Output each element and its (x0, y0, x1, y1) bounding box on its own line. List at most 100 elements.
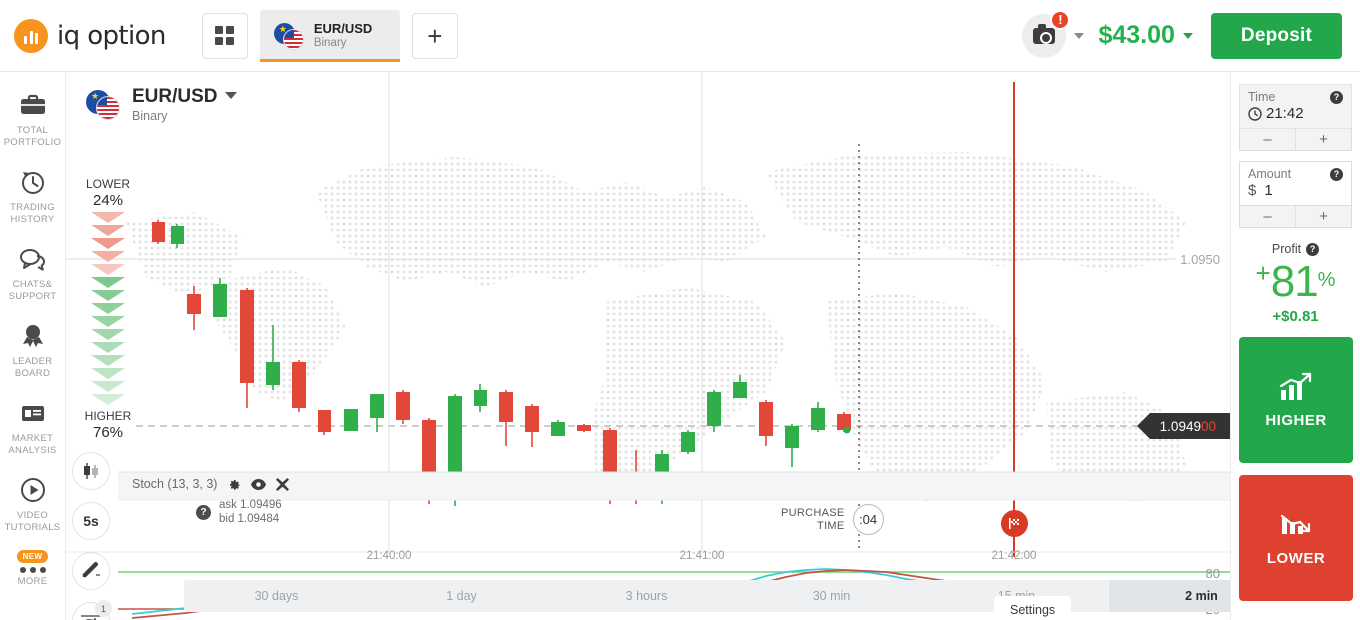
sentiment-gauge: LOWER 24% HIGHER 76% (80, 177, 136, 442)
trend-up-icon (1279, 372, 1312, 400)
trend-down-icon (1280, 514, 1311, 534)
currency-symbol: $ (1248, 182, 1257, 199)
sidebar-item-label: LEADER BOARD (12, 356, 53, 379)
pencil-draw-icon[interactable] (72, 552, 110, 590)
grid-view-icon[interactable] (201, 12, 248, 59)
purchase-time-label-line2: TIME (817, 519, 845, 532)
time-tick: 21:42:00 (991, 550, 1037, 562)
brand-logo[interactable]: iq option (14, 18, 166, 53)
sidebar-item-label: MARKET ANALYSIS (8, 433, 57, 456)
time-increment-button[interactable]: + (1296, 129, 1351, 150)
time-tick: 21:41:00 (679, 550, 725, 562)
app-header: iq option EUR/USD Binary + ! $43.00 (0, 0, 1360, 72)
profit-label: Profit (1271, 242, 1302, 256)
purchase-time-indicator: PURCHASE TIME :04 (781, 504, 884, 535)
time-tick: 21:40:00 (366, 550, 412, 562)
profit-sign: + (1255, 258, 1271, 288)
timeframe-30-min[interactable]: 30 min (739, 580, 924, 612)
clock-history-icon (16, 165, 50, 199)
timeframe-30-days[interactable]: 30 days (184, 580, 369, 612)
sidebar-item-label: MORE (17, 576, 48, 587)
ask-value: ask 1.09496 (219, 499, 282, 511)
profit-label-row: Profit ? (1239, 242, 1352, 256)
timeframe-2-min[interactable]: 2 min (1109, 580, 1230, 612)
eye-icon[interactable] (251, 478, 267, 490)
camera-alert-badge: ! (1050, 9, 1071, 30)
chevron-down-icon[interactable] (224, 92, 237, 99)
help-icon[interactable]: ? (1330, 167, 1343, 181)
indicators-icon[interactable]: 1 (72, 600, 112, 620)
eur-usd-flag-icon (86, 90, 120, 120)
chart-area[interactable]: EUR/USD Binary LOWER 24% (66, 72, 1230, 620)
timeframe-1-day[interactable]: 1 day (369, 580, 554, 612)
sentiment-higher-label: HIGHER (84, 409, 132, 423)
timeframe-bar: 30 days 1 day 3 hours 30 min 15 min 2 mi… (184, 580, 1230, 612)
brand-name: iq option (57, 20, 166, 51)
eur-usd-flag-icon (273, 22, 304, 50)
checkered-flag-icon[interactable] (1001, 510, 1028, 537)
indicators-count-badge: 1 (95, 600, 112, 617)
balance-amount[interactable]: $43.00 (1098, 21, 1174, 50)
trading-app: iq option EUR/USD Binary + ! $43.00 (0, 0, 1360, 620)
sentiment-lower-pct: 24% (92, 192, 124, 209)
amount-increment-button[interactable]: + (1296, 206, 1351, 227)
timeframe-icon[interactable]: 5s (72, 502, 110, 540)
header-right-group: ! $43.00 Deposit (1022, 9, 1360, 59)
award-ribbon-icon (16, 319, 50, 353)
higher-button[interactable]: HIGHER (1239, 337, 1353, 463)
help-icon[interactable]: ? (196, 504, 211, 520)
lower-button[interactable]: LOWER (1239, 475, 1353, 601)
deposit-button[interactable]: Deposit (1210, 12, 1342, 59)
purchase-time-countdown: :04 (852, 504, 884, 535)
sidebar-item-more[interactable]: NEW MORE (0, 550, 66, 588)
profit-percent-value: 81 (1270, 257, 1319, 306)
clock-icon (1248, 106, 1262, 121)
sidebar-item-video-tutorials[interactable]: VIDEO TUTORIALS (0, 473, 66, 534)
time-decrement-button[interactable]: – (1240, 129, 1296, 150)
indicator-name: Stoch (13, 3, 3) (132, 477, 218, 491)
briefcase-icon (16, 88, 50, 122)
add-asset-button[interactable]: + (411, 12, 458, 59)
amount-decrement-button[interactable]: – (1240, 206, 1296, 227)
sentiment-arrows (80, 212, 136, 407)
asset-tab-eurusd[interactable]: EUR/USD Binary (259, 9, 400, 62)
current-price-decimals: 00 (1200, 418, 1216, 434)
profit-percent-symbol: % (1317, 269, 1336, 291)
left-sidebar: TOTAL PORTFOLIO TRADING HISTORY CHATS& SUPP… (0, 72, 66, 620)
chart-settings-button[interactable]: Settings (994, 596, 1072, 620)
trade-panel: Time ? 21:42 – + Amount ? $ 1 – + Profit… (1230, 72, 1360, 620)
time-label: Time (1248, 90, 1276, 104)
sidebar-item-label: VIDEO TUTORIALS (4, 510, 61, 533)
sidebar-item-label: CHATS& SUPPORT (8, 279, 57, 302)
amount-value[interactable]: 1 (1264, 182, 1272, 199)
gear-icon[interactable] (227, 477, 241, 491)
close-x-icon[interactable] (276, 477, 290, 491)
amount-field[interactable]: Amount ? $ 1 (1239, 161, 1352, 206)
sidebar-item-chats-support[interactable]: CHATS& SUPPORT (0, 242, 66, 303)
candlestick-type-icon[interactable] (72, 452, 110, 490)
sidebar-item-market-analysis[interactable]: MARKET ANALYSIS (0, 396, 66, 457)
indicator-chart (66, 471, 1230, 619)
balance-dropdown-chevron-icon[interactable] (1182, 32, 1193, 39)
sidebar-item-leader-board[interactable]: LEADER BOARD (0, 319, 66, 380)
sidebar-item-total-portfolio[interactable]: TOTAL PORTFOLIO (0, 88, 66, 149)
amount-stepper: – + (1239, 206, 1352, 228)
sidebar-item-trading-history[interactable]: TRADING HISTORY (0, 165, 66, 226)
sentiment-lower-label: LOWER (85, 177, 130, 191)
current-price-main: 1.0949 (1159, 418, 1201, 434)
help-icon[interactable]: ? (1330, 90, 1343, 104)
timeframe-3-hours[interactable]: 3 hours (554, 580, 739, 612)
quote-askbid: ? ask 1.09496 bid 1.09484 (196, 498, 282, 526)
amount-value-row: $ 1 (1240, 181, 1351, 205)
sidebar-item-label: TRADING HISTORY (10, 202, 55, 225)
time-stepper: – + (1239, 129, 1352, 151)
chart-asset-selector[interactable]: EUR/USD Binary (86, 86, 237, 124)
play-circle-icon (16, 473, 50, 507)
camera-icon[interactable]: ! (1022, 9, 1071, 58)
camera-dropdown-chevron-icon[interactable] (1074, 32, 1085, 39)
help-icon[interactable]: ? (1306, 242, 1320, 256)
chart-tools: 5s 1 (72, 452, 112, 620)
purchase-time-label-line1: PURCHASE (781, 506, 845, 519)
time-axis: 21:40:00 21:41:00 21:42:00 (66, 550, 1230, 576)
time-field[interactable]: Time ? 21:42 (1239, 84, 1352, 129)
